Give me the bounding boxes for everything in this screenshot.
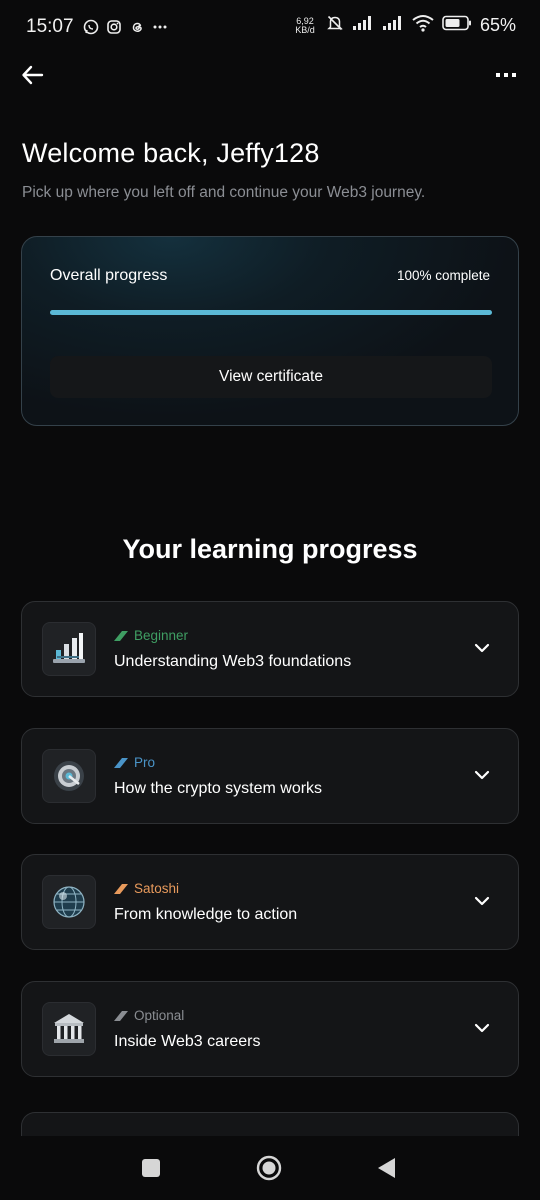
- system-nav-bar: [0, 1136, 540, 1200]
- status-time: 15:07: [26, 16, 74, 37]
- progress-bar: [50, 310, 492, 315]
- back-button[interactable]: [20, 62, 48, 88]
- module-card-satoshi[interactable]: Satoshi From knowledge to action: [21, 854, 519, 950]
- back-triangle-icon: [378, 1158, 395, 1178]
- recents-square-icon: [142, 1159, 160, 1177]
- recents-button[interactable]: [141, 1158, 161, 1183]
- status-bar: 15:07 6,92 KB/d 65%: [0, 0, 540, 54]
- more-notifications-icon: [151, 18, 168, 35]
- page-title: Welcome back, Jeffy128: [22, 138, 320, 168]
- bar-chart-icon: [53, 633, 85, 663]
- module-title: From knowledge to action: [114, 906, 298, 923]
- arrow-left-icon: [22, 65, 44, 85]
- module-level-label: Beginner: [134, 628, 189, 643]
- module-card-pro[interactable]: Pro How the crypto system works: [21, 728, 519, 824]
- overall-progress-card: Overall progress 100% complete View cert…: [21, 236, 519, 426]
- signal-icon: [352, 15, 374, 36]
- bank-building-icon: [54, 1014, 84, 1043]
- module-thumbnail: [42, 622, 96, 676]
- level-stripe-icon: [114, 757, 128, 768]
- module-level: Optional: [114, 1008, 184, 1023]
- level-stripe-icon: [114, 1010, 128, 1021]
- module-level: Pro: [114, 755, 155, 770]
- page-subtitle: Pick up where you left off and continue …: [22, 184, 426, 201]
- status-right: 6,92 KB/d 65%: [292, 14, 516, 37]
- chevron-down-icon: [474, 896, 490, 906]
- net-speed-unit: KB/d: [295, 24, 315, 35]
- instagram-icon: [105, 18, 122, 35]
- mute-bell-icon: [326, 14, 344, 37]
- globe-icon: [53, 886, 85, 918]
- chevron-down-icon: [474, 643, 490, 653]
- module-level: Satoshi: [114, 881, 179, 896]
- system-back-button[interactable]: [376, 1157, 396, 1184]
- module-level-label: Satoshi: [134, 881, 180, 896]
- whatsapp-icon: [82, 18, 99, 35]
- module-title: Inside Web3 careers: [114, 1033, 261, 1050]
- vault-dial-icon: [54, 761, 84, 791]
- home-button[interactable]: [256, 1155, 282, 1186]
- module-thumbnail: [42, 1002, 96, 1056]
- module-level: Beginner: [114, 628, 188, 643]
- module-thumbnail: [42, 749, 96, 803]
- chevron-down-icon: [474, 1023, 490, 1033]
- module-thumbnail: [42, 875, 96, 929]
- level-stripe-icon: [114, 883, 128, 894]
- learning-progress-title: Your learning progress: [122, 534, 418, 564]
- chevron-down-icon: [474, 770, 490, 780]
- progress-percent: 100% complete: [396, 268, 490, 283]
- more-horizontal-icon: [496, 73, 516, 77]
- signal-icon: [382, 15, 404, 36]
- threads-icon: [128, 18, 145, 35]
- level-stripe-icon: [114, 630, 128, 641]
- home-circle-icon: [256, 1155, 282, 1181]
- module-card-optional[interactable]: Optional Inside Web3 careers: [21, 981, 519, 1077]
- module-level-label: Pro: [134, 755, 156, 770]
- battery-icon: [442, 15, 472, 36]
- notification-icons: [82, 18, 168, 35]
- more-options-button[interactable]: [494, 68, 518, 80]
- battery-percent: 65%: [479, 15, 516, 35]
- screen: 15:07 6,92 KB/d 65% Welcome back, Jeffy1…: [0, 0, 540, 1200]
- module-card-beginner[interactable]: Beginner Understanding Web3 foundations: [21, 601, 519, 697]
- module-level-label: Optional: [134, 1008, 185, 1023]
- progress-label: Overall progress: [50, 267, 168, 284]
- view-certificate-button[interactable]: View certificate: [50, 356, 492, 398]
- module-title: How the crypto system works: [114, 780, 323, 797]
- module-title: Understanding Web3 foundations: [114, 653, 352, 670]
- wifi-icon: [412, 14, 434, 37]
- progress-bar-fill: [50, 310, 492, 315]
- net-speed: 6,92 KB/d: [292, 16, 318, 35]
